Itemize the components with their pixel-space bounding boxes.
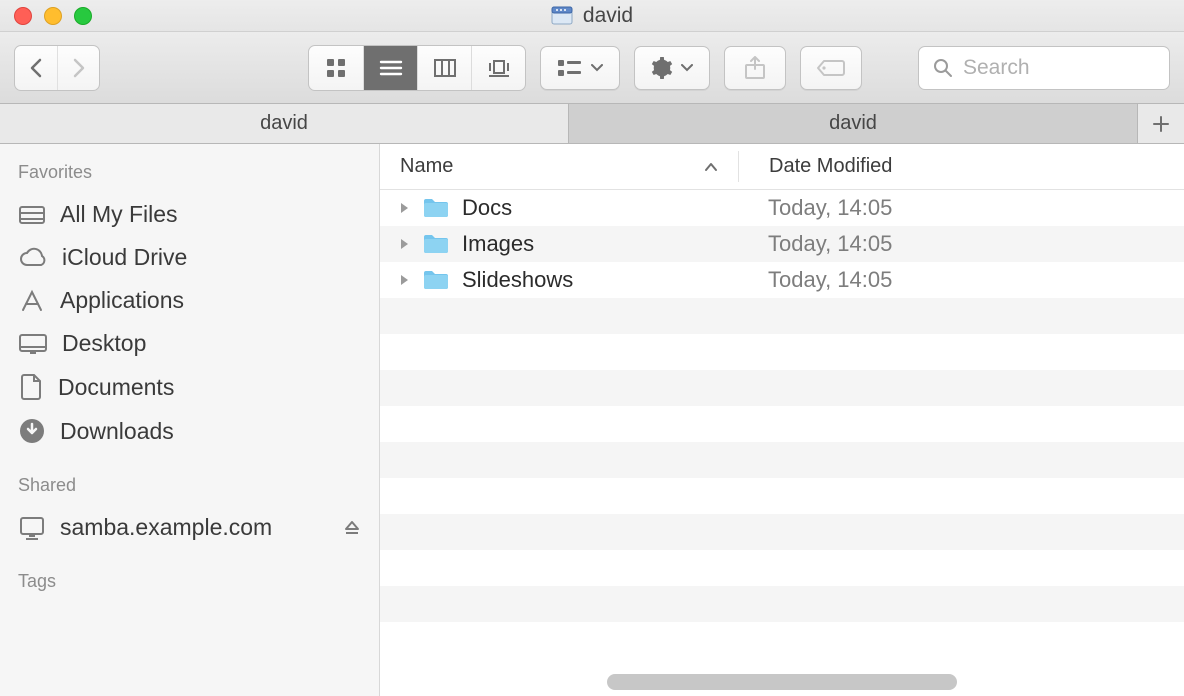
search-input[interactable] (963, 56, 1155, 80)
file-date: Today, 14:05 (768, 267, 892, 292)
zoom-window-button[interactable] (74, 7, 92, 25)
forward-button[interactable] (57, 46, 99, 90)
disclosure-triangle-icon[interactable] (398, 237, 410, 251)
tab-0[interactable]: david (0, 104, 569, 143)
file-list: Docs Today, 14:05 Images Today, 14:05 Sl… (380, 190, 1184, 696)
column-headers: Name Date Modified (380, 144, 1184, 190)
view-coverflow-button[interactable] (471, 46, 525, 90)
view-mode-selector (308, 45, 526, 91)
disclosure-triangle-icon[interactable] (398, 273, 410, 287)
column-header-date[interactable]: Date Modified (739, 155, 1184, 178)
view-column-button[interactable] (417, 46, 471, 90)
tab-0-label: david (260, 112, 308, 135)
file-browser: Name Date Modified Docs Today, 14:05 (380, 144, 1184, 696)
search-field[interactable] (918, 46, 1170, 90)
view-list-button[interactable] (363, 46, 417, 90)
column-header-name-label: Name (400, 155, 453, 178)
sidebar-item-label: iCloud Drive (62, 244, 187, 271)
server-icon (18, 515, 46, 541)
sidebar-item-server[interactable]: samba.example.com (0, 506, 379, 549)
sidebar-group-favorites: Favorites (0, 162, 379, 193)
tags-button[interactable] (800, 46, 862, 90)
file-date: Today, 14:05 (768, 195, 892, 220)
action-menu-button[interactable] (634, 46, 710, 90)
sidebar-item-label: Applications (60, 287, 184, 314)
documents-icon (18, 373, 44, 401)
minimize-window-button[interactable] (44, 7, 62, 25)
folder-icon (422, 269, 450, 291)
downloads-icon (18, 417, 46, 445)
sidebar-item-label: Documents (58, 374, 174, 401)
sidebar-group-tags: Tags (0, 571, 379, 602)
sidebar-item-label: Downloads (60, 418, 174, 445)
sidebar-item-label: All My Files (60, 201, 178, 228)
sidebar-item-label: Desktop (62, 330, 146, 357)
toolbar (0, 32, 1184, 104)
cloud-icon (18, 247, 48, 269)
horizontal-scrollbar[interactable] (380, 674, 1184, 690)
sidebar-item-documents[interactable]: Documents (0, 365, 379, 409)
sort-ascending-icon (704, 162, 718, 172)
close-window-button[interactable] (14, 7, 32, 25)
file-name: Docs (462, 195, 512, 221)
file-name: Slideshows (462, 267, 573, 293)
tab-1[interactable]: david (569, 104, 1138, 143)
all-my-files-icon (18, 203, 46, 227)
column-header-date-label: Date Modified (769, 155, 892, 177)
file-row[interactable]: Slideshows Today, 14:05 (380, 262, 1184, 298)
window-controls (14, 7, 92, 25)
window-title-text: david (583, 4, 633, 28)
nav-buttons (14, 45, 100, 91)
column-header-name[interactable]: Name (380, 155, 738, 178)
file-row[interactable]: Docs Today, 14:05 (380, 190, 1184, 226)
back-button[interactable] (15, 46, 57, 90)
desktop-icon (18, 332, 48, 356)
disclosure-triangle-icon[interactable] (398, 201, 410, 215)
file-row[interactable]: Images Today, 14:05 (380, 226, 1184, 262)
server-share-icon (551, 6, 573, 26)
scrollbar-thumb[interactable] (607, 674, 957, 690)
sidebar-item-desktop[interactable]: Desktop (0, 322, 379, 365)
sidebar-item-downloads[interactable]: Downloads (0, 409, 379, 453)
search-icon (933, 58, 953, 78)
share-button[interactable] (724, 46, 786, 90)
sidebar-group-shared: Shared (0, 475, 379, 506)
tab-1-label: david (829, 112, 877, 135)
sidebar-item-all-my-files[interactable]: All My Files (0, 193, 379, 236)
applications-icon (18, 288, 46, 314)
folder-icon (422, 233, 450, 255)
file-date: Today, 14:05 (768, 231, 892, 256)
file-name: Images (462, 231, 534, 257)
eject-icon[interactable] (343, 519, 361, 537)
sidebar-item-icloud-drive[interactable]: iCloud Drive (0, 236, 379, 279)
tab-bar: david david (0, 104, 1184, 144)
group-by-button[interactable] (540, 46, 620, 90)
folder-icon (422, 197, 450, 219)
sidebar-item-label: samba.example.com (60, 514, 272, 541)
new-tab-button[interactable] (1138, 104, 1184, 143)
sidebar-item-applications[interactable]: Applications (0, 279, 379, 322)
sidebar: Favorites All My Files iCloud Drive Appl… (0, 144, 380, 696)
titlebar: david (0, 0, 1184, 32)
view-icon-button[interactable] (309, 46, 363, 90)
window-title: david (0, 4, 1184, 28)
